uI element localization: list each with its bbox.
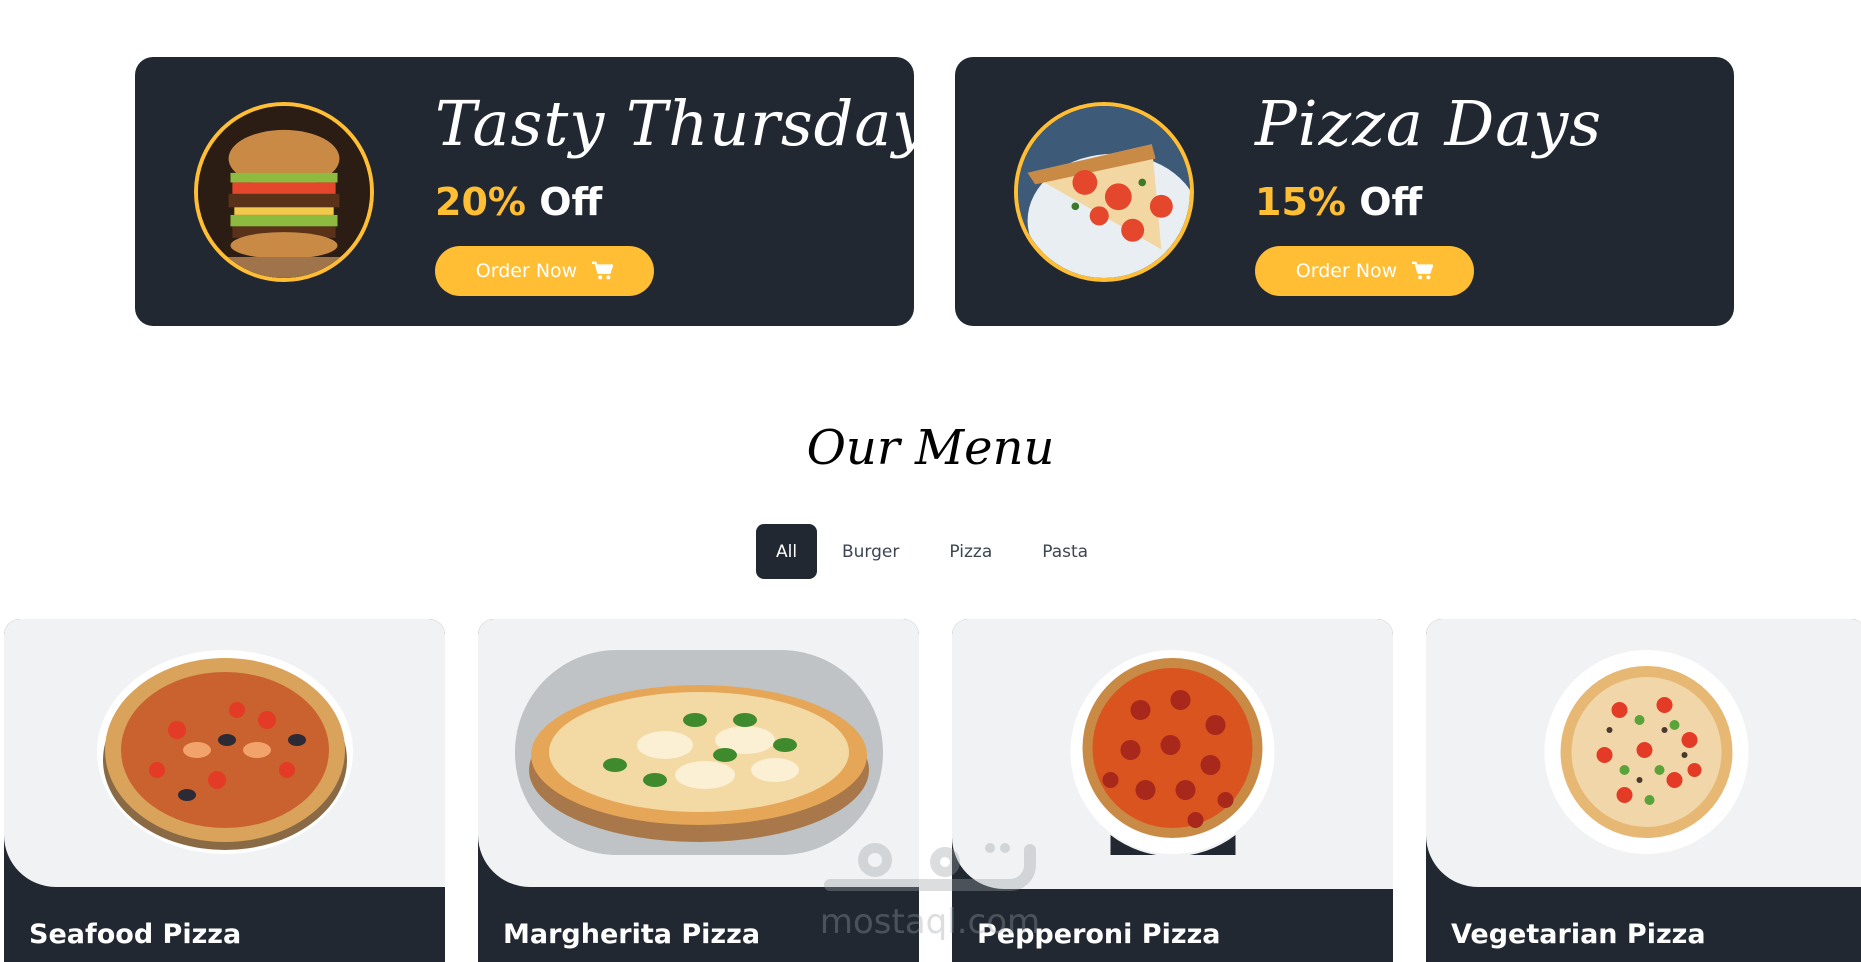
card-image-area bbox=[1426, 619, 1861, 887]
cart-icon bbox=[1412, 261, 1434, 280]
card-image-area bbox=[478, 619, 919, 887]
discount-percent: 20% bbox=[435, 180, 526, 224]
vegetarian-pizza-image bbox=[1544, 650, 1749, 860]
margherita-pizza-image bbox=[514, 650, 883, 860]
discount-off-label: Off bbox=[539, 180, 603, 224]
promo-offer: 15% Off bbox=[1255, 180, 1422, 224]
burger-image bbox=[194, 102, 374, 282]
promo-title: Tasty Thursdays bbox=[435, 87, 962, 160]
card-image-area bbox=[952, 619, 1393, 889]
menu-item-name: Pepperoni Pizza bbox=[977, 919, 1221, 950]
menu-item-name: Vegetarian Pizza bbox=[1451, 919, 1706, 950]
promo-card-pizza-days: Pizza Days 15% Off Order Now bbox=[955, 57, 1734, 326]
order-now-label: Order Now bbox=[1295, 260, 1398, 282]
order-now-button[interactable]: Order Now bbox=[1255, 246, 1474, 296]
menu-item-name: Seafood Pizza bbox=[29, 919, 242, 950]
cart-icon bbox=[592, 261, 614, 280]
discount-percent: 15% bbox=[1255, 180, 1346, 224]
menu-card-pepperoni-pizza[interactable]: Pepperoni Pizza bbox=[952, 619, 1393, 962]
menu-card-seafood-pizza[interactable]: Seafood Pizza bbox=[4, 619, 445, 962]
filter-burger[interactable]: Burger bbox=[817, 524, 924, 579]
promo-title: Pizza Days bbox=[1255, 87, 1603, 160]
order-now-button[interactable]: Order Now bbox=[435, 246, 654, 296]
filter-all[interactable]: All bbox=[756, 524, 817, 579]
discount-off-label: Off bbox=[1359, 180, 1423, 224]
order-now-label: Order Now bbox=[475, 260, 578, 282]
menu-card-margherita-pizza[interactable]: Margherita Pizza bbox=[478, 619, 919, 962]
filter-pasta[interactable]: Pasta bbox=[1017, 524, 1113, 579]
menu-card-vegetarian-pizza[interactable]: Vegetarian Pizza bbox=[1426, 619, 1861, 962]
card-image-area bbox=[4, 619, 445, 887]
seafood-pizza-image bbox=[96, 650, 353, 860]
pepperoni-pizza-image bbox=[1070, 650, 1275, 860]
promo-offer: 20% Off bbox=[435, 180, 602, 224]
menu-item-name: Margherita Pizza bbox=[503, 919, 761, 950]
filter-pizza[interactable]: Pizza bbox=[924, 524, 1017, 579]
promo-card-tasty-thursdays: Tasty Thursdays 20% Off Order Now bbox=[135, 57, 960, 326]
menu-filter-bar: All Burger Pizza Pasta bbox=[756, 524, 1113, 579]
pizza-slice-image bbox=[1014, 102, 1194, 282]
menu-heading: Our Menu bbox=[806, 420, 1055, 476]
